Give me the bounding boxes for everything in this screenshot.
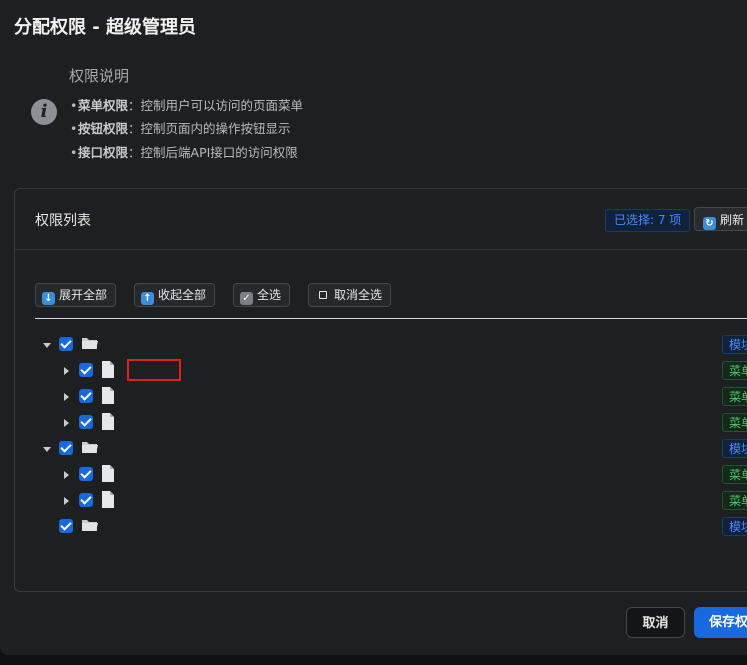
- dialog-title: 分配权限 - 超级管理员: [14, 17, 197, 38]
- save-permissions-button[interactable]: 保存权限: [694, 607, 747, 638]
- folder-icon: [81, 517, 99, 531]
- caret-down-icon[interactable]: [43, 343, 51, 348]
- expand-all-button[interactable]: ↓ 展开全部: [35, 283, 117, 307]
- arrow-down-icon: ↓: [42, 292, 55, 305]
- module-tag: 模块: [722, 439, 747, 458]
- tree-row[interactable]: 菜单: [15, 387, 747, 407]
- info-desc: ：控制用户可以访问的页面菜单: [128, 98, 304, 113]
- tree-row[interactable]: 模块: [15, 517, 747, 537]
- info-term: 菜单权限: [78, 98, 129, 113]
- info-desc: ：控制后端API接口的访问权限: [128, 145, 298, 160]
- info-term: 按钮权限: [78, 121, 129, 136]
- info-title: 权限说明: [69, 67, 130, 85]
- caret-right-icon[interactable]: [64, 471, 69, 479]
- cancel-button[interactable]: 取消: [626, 607, 685, 638]
- caret-right-icon[interactable]: [64, 393, 69, 401]
- menu-tag: 菜单: [722, 413, 747, 432]
- tree-checkbox[interactable]: [79, 363, 93, 377]
- folder-icon: [81, 335, 99, 349]
- deselect-all-label: 取消全选: [334, 288, 383, 302]
- card-header: 权限列表 已选择: 7 项 ↻ 刷新: [15, 189, 747, 250]
- info-line-menu: •菜单权限：控制用户可以访问的页面菜单: [70, 95, 303, 114]
- caret-right-icon[interactable]: [64, 497, 69, 505]
- file-icon: [101, 361, 115, 378]
- menu-tag: 菜单: [722, 387, 747, 406]
- info-term: 接口权限: [78, 145, 129, 160]
- caret-right-icon[interactable]: [64, 367, 69, 375]
- menu-tag: 菜单: [722, 491, 747, 510]
- tree-row[interactable]: 菜单: [15, 413, 747, 433]
- tree-checkbox[interactable]: [79, 467, 93, 481]
- empty-box-icon: [319, 291, 327, 299]
- arrow-up-icon: ↑: [141, 292, 154, 305]
- tree-checkbox[interactable]: [79, 493, 93, 507]
- tree-row[interactable]: 菜单: [15, 359, 747, 381]
- select-all-button[interactable]: ✓ 全选: [233, 283, 291, 307]
- collapse-all-button[interactable]: ↑ 收起全部: [134, 283, 216, 307]
- menu-tag: 菜单: [722, 361, 747, 380]
- card-title: 权限列表: [35, 213, 91, 229]
- info-line-api: •接口权限：控制后端API接口的访问权限: [70, 142, 298, 161]
- tree-row[interactable]: 模块: [15, 439, 747, 459]
- info-icon: i: [31, 99, 57, 125]
- selected-count-badge: 已选择: 7 项: [605, 209, 691, 232]
- file-icon: [101, 387, 115, 404]
- bullet: •: [70, 121, 78, 136]
- module-tag: 模块: [722, 335, 747, 354]
- bullet: •: [70, 145, 78, 160]
- caret-down-icon[interactable]: [43, 447, 51, 452]
- refresh-button[interactable]: ↻ 刷新: [694, 207, 747, 231]
- tree-checkbox[interactable]: [59, 337, 73, 351]
- menu-tag: 菜单: [722, 465, 747, 484]
- caret-right-icon[interactable]: [64, 419, 69, 427]
- bullet: •: [70, 98, 78, 113]
- check-box-icon: ✓: [240, 292, 253, 305]
- tree-checkbox[interactable]: [79, 389, 93, 403]
- select-all-label: 全选: [257, 288, 282, 302]
- tree-checkbox[interactable]: [79, 415, 93, 429]
- file-icon: [101, 465, 115, 482]
- folder-icon: [81, 439, 99, 453]
- permission-list-card: 权限列表 已选择: 7 项 ↻ 刷新 ↓ 展开全部 ↑ 收起全部 ✓ 全选 取消全选 模…: [14, 188, 747, 592]
- tree-row[interactable]: 模块: [15, 335, 747, 355]
- file-icon: [101, 413, 115, 430]
- module-tag: 模块: [722, 517, 747, 536]
- file-icon: [101, 491, 115, 508]
- refresh-icon: ↻: [703, 217, 716, 230]
- info-line-button: •按钮权限：控制页面内的操作按钮显示: [70, 118, 291, 137]
- toolbar-divider: [35, 318, 747, 319]
- tree-checkbox[interactable]: [59, 441, 73, 455]
- info-desc: ：控制页面内的操作按钮显示: [128, 121, 291, 136]
- highlight-box: [127, 359, 181, 381]
- tree-checkbox[interactable]: [59, 519, 73, 533]
- refresh-label: 刷新: [720, 213, 745, 227]
- expand-all-label: 展开全部: [59, 288, 108, 302]
- deselect-all-button[interactable]: 取消全选: [308, 283, 392, 307]
- tree-row[interactable]: 菜单: [15, 491, 747, 511]
- tree-row[interactable]: 菜单: [15, 465, 747, 485]
- permission-dialog: 分配权限 - 超级管理员 i 权限说明 •菜单权限：控制用户可以访问的页面菜单 …: [0, 0, 747, 655]
- collapse-all-label: 收起全部: [158, 288, 207, 302]
